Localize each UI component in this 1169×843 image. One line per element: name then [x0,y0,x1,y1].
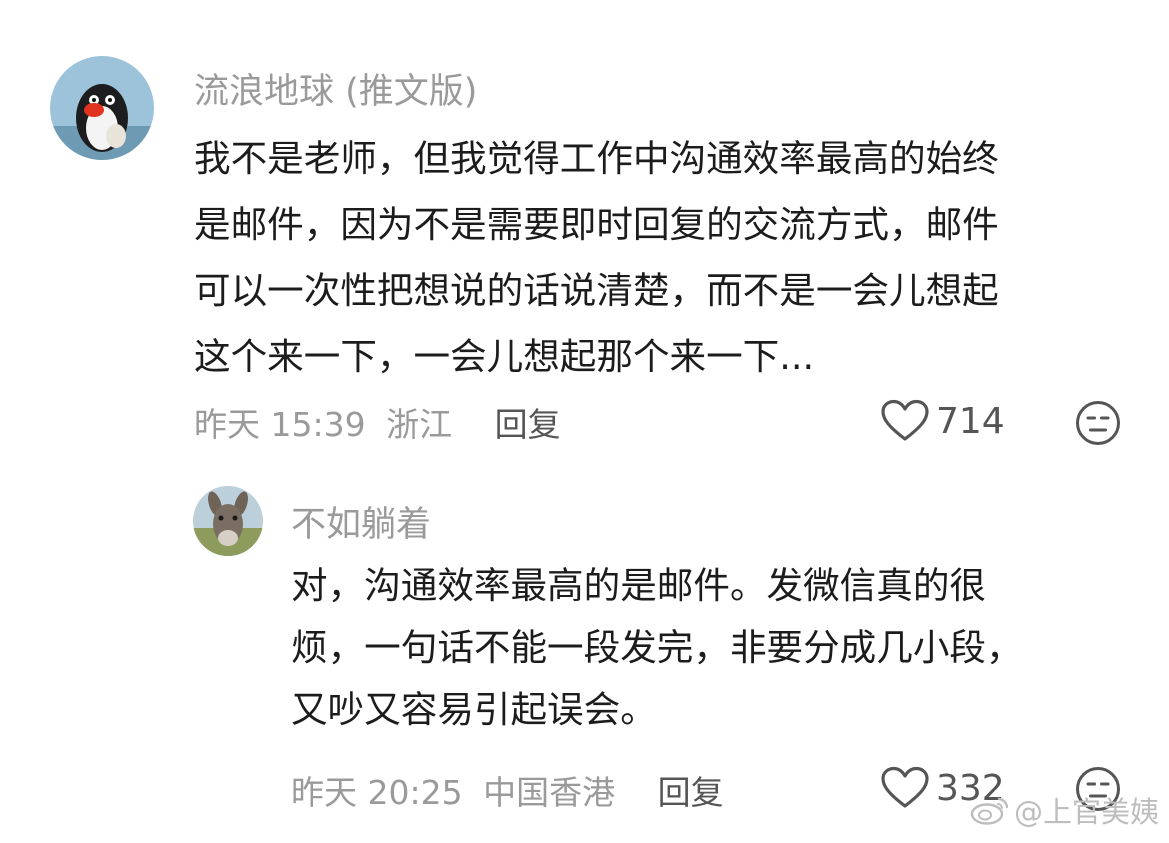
comment-line: 对，沟通效率最高的是邮件。发微信真的很 [291,564,986,607]
comment-text: 对，沟通效率最高的是邮件。发微信真的很 烦，一句话不能一段发完，非要分成几小段，… [291,555,1023,741]
penguin-avatar-icon [50,56,154,160]
comment-line: 又吵又容易引起误会。 [291,688,657,731]
avatar[interactable] [50,56,154,160]
heart-icon [881,399,929,441]
like-button[interactable]: 714 [880,399,1005,443]
timestamp: 昨天 20:25 [291,773,463,812]
comment-meta: 昨天 15:39 浙江 回复 [194,398,561,446]
comment-line: 可以一次性把想说的话说清楚，而不是一会儿想起 [194,269,999,312]
reply-button[interactable]: 回复 [658,773,724,812]
donkey-avatar-icon [193,486,263,556]
location: 浙江 [386,405,453,444]
avatar[interactable] [193,486,263,556]
comment-line: 是邮件，因为不是需要即时回复的交流方式，邮件 [194,203,999,246]
reply-button[interactable]: 回复 [495,405,561,444]
dislike-button[interactable] [1075,400,1121,446]
timestamp: 昨天 15:39 [194,405,366,444]
location: 中国香港 [483,773,616,812]
comment-meta: 昨天 20:25 中国香港 回复 [291,766,724,814]
unamused-face-icon [1076,401,1120,445]
username[interactable]: 不如躺着 [291,496,431,547]
heart-icon [881,766,929,808]
comment-line: 烦，一句话不能一段发完，非要分成几小段， [291,626,1023,669]
watermark-text: @上官美姨 [1013,795,1159,829]
comment-text: 我不是老师，但我觉得工作中沟通效率最高的始终 是邮件，因为不是需要即时回复的交流… [194,126,999,390]
weibo-logo-icon [970,797,1009,825]
comment-line: 我不是老师，但我觉得工作中沟通效率最高的始终 [194,137,999,180]
comment-line: 这个来一下，一会儿想起那个来一下... [194,335,815,378]
watermark: @上官美姨 [970,789,1159,831]
username[interactable]: 流浪地球 (推文版) [194,63,477,114]
like-count: 714 [936,400,1005,442]
